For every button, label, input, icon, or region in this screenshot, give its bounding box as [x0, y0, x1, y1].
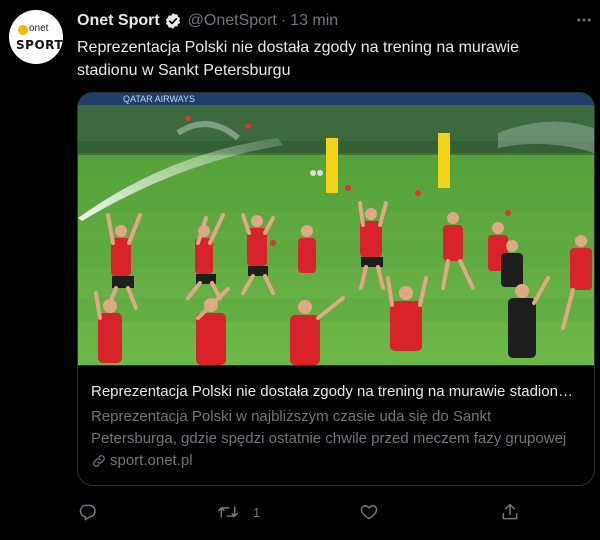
card-title: Reprezentacja Polski nie dostała zgody n… [91, 383, 581, 400]
link-icon [93, 454, 105, 467]
more-options-icon[interactable] [572, 8, 596, 32]
reply-icon [79, 504, 96, 521]
avatar-logo-small-text: onet [29, 23, 49, 34]
tweet-text-line-1: Reprezentacja Polski nie dostała zgody n… [77, 39, 520, 56]
avatar-logo-big-text: SPORT [16, 38, 63, 52]
share-icon [502, 503, 518, 520]
card-body: Reprezentacja Polski nie dostała zgody n… [78, 365, 594, 485]
tweet-text: Reprezentacja Polski nie dostała zgody n… [77, 36, 577, 82]
like-button[interactable] [358, 500, 380, 524]
author-name[interactable]: Onet Sport [77, 12, 160, 30]
card-photo: QATAR AIRWAYS [78, 93, 594, 365]
author-handle[interactable]: @OnetSport [188, 12, 277, 30]
retweet-button[interactable]: 1 [217, 500, 260, 524]
tweet-timestamp[interactable]: 13 min [290, 12, 338, 30]
card-description-line-2: Petersburga, gdzie spędzi ostatnie chwil… [91, 430, 567, 447]
card-domain: sport.onet.pl [91, 452, 193, 469]
tweet[interactable]: onet SPORT Onet Sport @OnetSport · 13 mi… [0, 0, 600, 540]
reply-button[interactable] [77, 500, 97, 524]
heart-icon [360, 505, 378, 520]
avatar[interactable]: onet SPORT [9, 10, 63, 64]
tweet-text-line-2: stadionu w Sankt Petersburgu [77, 62, 291, 79]
card-description-line-1: Reprezentacja Polski w najbliższym czasi… [91, 408, 492, 425]
tweet-header: Onet Sport @OnetSport · 13 min [77, 10, 338, 32]
tweet-actions: 1 [0, 500, 600, 524]
retweet-count: 1 [253, 504, 261, 520]
header-separator: · [280, 12, 287, 29]
banner-text: QATAR AIRWAYS [123, 94, 195, 104]
verified-badge-icon [164, 12, 182, 30]
share-button[interactable] [500, 500, 520, 524]
card-domain-text: sport.onet.pl [110, 452, 193, 469]
onet-logo-dot [18, 25, 28, 35]
card-description: Reprezentacja Polski w najbliższym czasi… [91, 406, 581, 450]
retweet-icon [218, 506, 238, 518]
link-preview-card[interactable]: QATAR AIRWAYS Reprezentacja Polski nie d… [77, 92, 595, 486]
